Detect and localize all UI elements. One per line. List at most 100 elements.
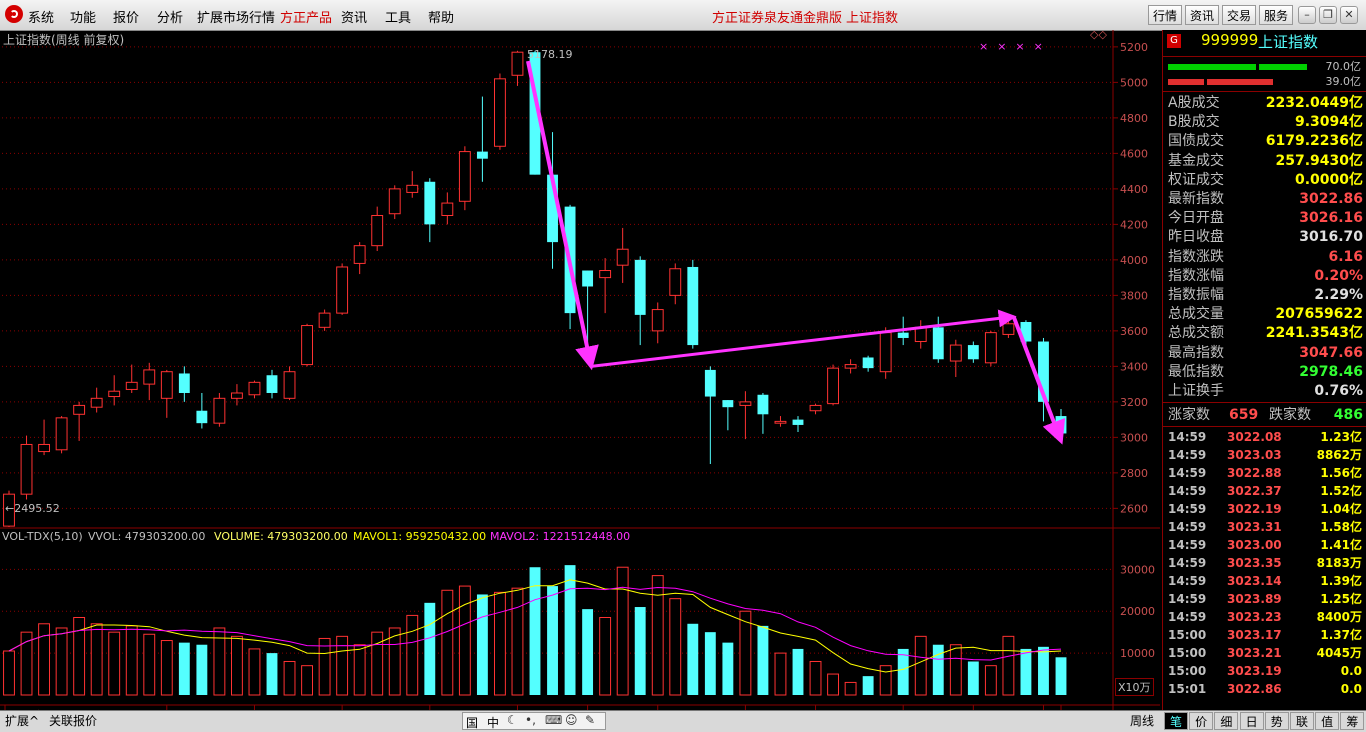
stat-value: 2.29% xyxy=(1314,287,1363,303)
candle-body-up xyxy=(511,51,524,76)
menu-fangzheng-products[interactable]: 方正产品 xyxy=(280,7,332,26)
volume-bar-down xyxy=(967,661,979,695)
menu-system[interactable]: 系统 xyxy=(28,7,54,26)
candle-body-up xyxy=(20,443,33,495)
stat-label: 基金成交 xyxy=(1168,152,1224,169)
tick-amount: 1.41亿 xyxy=(1320,538,1362,552)
restore-icon[interactable]: ❐ xyxy=(1319,6,1337,24)
stat-label: 指数振幅 xyxy=(1168,287,1224,303)
candle-body-down xyxy=(897,332,909,338)
stat-label: 国债成交 xyxy=(1168,133,1224,150)
tab-related-quotes[interactable]: 关联报价 xyxy=(46,713,100,729)
panel-tab[interactable]: 联 xyxy=(1290,712,1314,730)
panel-tab[interactable]: 筹 xyxy=(1340,712,1365,730)
stat-label: 总成交额 xyxy=(1168,325,1224,342)
stat-value: 6.16 xyxy=(1328,248,1363,265)
candle-body-up xyxy=(458,151,471,202)
user-icon[interactable]: ☺ xyxy=(565,713,578,727)
wrench-icon[interactable]: ✎ xyxy=(585,713,595,727)
kline-chart-area[interactable]: 2600 2800 3000 3200 3400 3600 3800 4000 4200 4400… xyxy=(0,28,1160,710)
kline-chart-svg[interactable]: 2600 2800 3000 3200 3400 3600 3800 4000 4200 4400… xyxy=(0,30,1160,710)
panel-tab[interactable]: 细 xyxy=(1214,712,1239,730)
candle-body-up xyxy=(669,268,682,296)
quote-panel: G 999999 上证指数 70.0亿 39.0亿 A股成交 2232.0449亿… xyxy=(1162,30,1366,710)
panel-tab[interactable]: 势 xyxy=(1264,712,1289,730)
ime-mode-icon[interactable]: 国 xyxy=(466,714,478,731)
panel-tab[interactable]: 价 xyxy=(1189,712,1214,730)
menu-news[interactable]: 资讯 xyxy=(341,7,367,26)
tick-price: 3023.23 xyxy=(1227,610,1282,624)
buy-bar-value: 70.0亿 xyxy=(1325,60,1362,73)
tick-row: 14:59 3023.00 1.41亿 xyxy=(1163,536,1366,554)
panel-tab[interactable]: 笔 xyxy=(1164,712,1188,730)
tick-row: 14:59 3022.19 1.04亿 xyxy=(1163,500,1366,518)
minimize-icon[interactable]: – xyxy=(1298,6,1316,24)
tick-row: 14:59 3022.88 1.56亿 xyxy=(1163,464,1366,482)
tick-amount: 4045万 xyxy=(1316,646,1362,660)
button-trade[interactable]: 交易 xyxy=(1222,5,1257,25)
stat-value: 3047.66 xyxy=(1299,344,1363,361)
tick-price: 3023.00 xyxy=(1227,538,1282,552)
menu-extended-market[interactable]: 扩展市场行情 xyxy=(197,7,275,26)
volume-bar-down xyxy=(564,565,576,695)
candle-body-up xyxy=(739,401,752,406)
price-tick-label: 5200 xyxy=(1120,41,1148,54)
tick-amount: 1.23亿 xyxy=(1320,430,1362,444)
tick-price: 3023.14 xyxy=(1227,574,1282,588)
candle-body-up xyxy=(301,325,314,366)
candle-body-down xyxy=(424,181,436,225)
tick-price: 3022.86 xyxy=(1227,682,1282,696)
menu-quote[interactable]: 报价 xyxy=(113,7,139,26)
vol-indicator-name[interactable]: VOL-TDX(5,10) xyxy=(2,530,83,543)
chart-settings-icon[interactable]: ◇◇ xyxy=(1090,28,1107,41)
menu-analysis[interactable]: 分析 xyxy=(157,7,183,26)
moon-icon[interactable]: ☾ xyxy=(507,713,518,727)
keyboard-icon[interactable]: ⌨ xyxy=(545,713,562,727)
volume-bar-up xyxy=(160,640,173,696)
menu-function[interactable]: 功能 xyxy=(70,7,96,26)
index-name: 上证指数 xyxy=(1258,33,1319,51)
buy-bar-2 xyxy=(1259,64,1307,70)
volume-bar-down xyxy=(634,607,646,695)
tick-row: 15:01 3022.86 0.0 xyxy=(1163,680,1366,698)
close-icon[interactable]: ✕ xyxy=(1340,6,1358,24)
ime-chinese-icon[interactable]: 中 xyxy=(487,714,499,731)
menu-tools[interactable]: 工具 xyxy=(385,7,411,26)
volume-value: VOLUME: 479303200.00 xyxy=(214,530,348,543)
panel-tab[interactable]: 值 xyxy=(1315,712,1340,730)
menu-help[interactable]: 帮助 xyxy=(428,7,454,26)
fall-count-label: 跌家数 xyxy=(1269,407,1311,423)
stat-row: 国债成交 6179.2236亿 xyxy=(1163,132,1366,151)
button-service[interactable]: 服务 xyxy=(1259,5,1294,25)
candle-body-down xyxy=(792,419,804,425)
volume-bar-up xyxy=(230,635,243,696)
stat-label: 最低指数 xyxy=(1168,363,1224,380)
mavol2-value: MAVOL2: 1221512448.00 xyxy=(490,530,631,543)
tick-amount: 1.52亿 xyxy=(1320,484,1362,498)
stat-label: 权证成交 xyxy=(1168,171,1224,188)
candle-body-down xyxy=(196,410,208,424)
tick-time: 14:59 xyxy=(1168,484,1207,498)
button-news[interactable]: 资讯 xyxy=(1185,5,1220,25)
tick-price: 3023.03 xyxy=(1227,448,1282,462)
tab-extend[interactable]: 扩展^ xyxy=(2,713,42,729)
menu-bar: 系统 功能 报价 分析 扩展市场行情 方正产品 资讯 工具 帮助 方正证券泉友通… xyxy=(0,0,1366,31)
volume-bar-up xyxy=(651,575,664,696)
volume-bar-up xyxy=(739,610,752,696)
button-quotes[interactable]: 行情 xyxy=(1148,5,1183,25)
volume-bar-up xyxy=(108,631,121,696)
sell-bar-value: 39.0亿 xyxy=(1325,75,1362,88)
stat-value: 207659622 xyxy=(1275,306,1363,323)
tick-amount: 1.25亿 xyxy=(1320,592,1362,606)
tick-amount: 1.04亿 xyxy=(1320,502,1362,516)
stat-value: 6179.2236亿 xyxy=(1265,133,1363,150)
stat-row: 总成交量 207659622 xyxy=(1163,305,1366,324)
candle-body-up xyxy=(248,381,261,396)
price-tick-label: 4200 xyxy=(1120,218,1148,231)
volume-bar-up xyxy=(949,644,962,696)
panel-tab[interactable]: 日 xyxy=(1239,712,1264,730)
tick-time: 14:59 xyxy=(1168,592,1207,606)
punctuation-icon[interactable]: •, xyxy=(525,713,536,727)
tick-amount: 8400万 xyxy=(1316,610,1362,624)
period-label[interactable]: 周线 xyxy=(1127,713,1157,729)
